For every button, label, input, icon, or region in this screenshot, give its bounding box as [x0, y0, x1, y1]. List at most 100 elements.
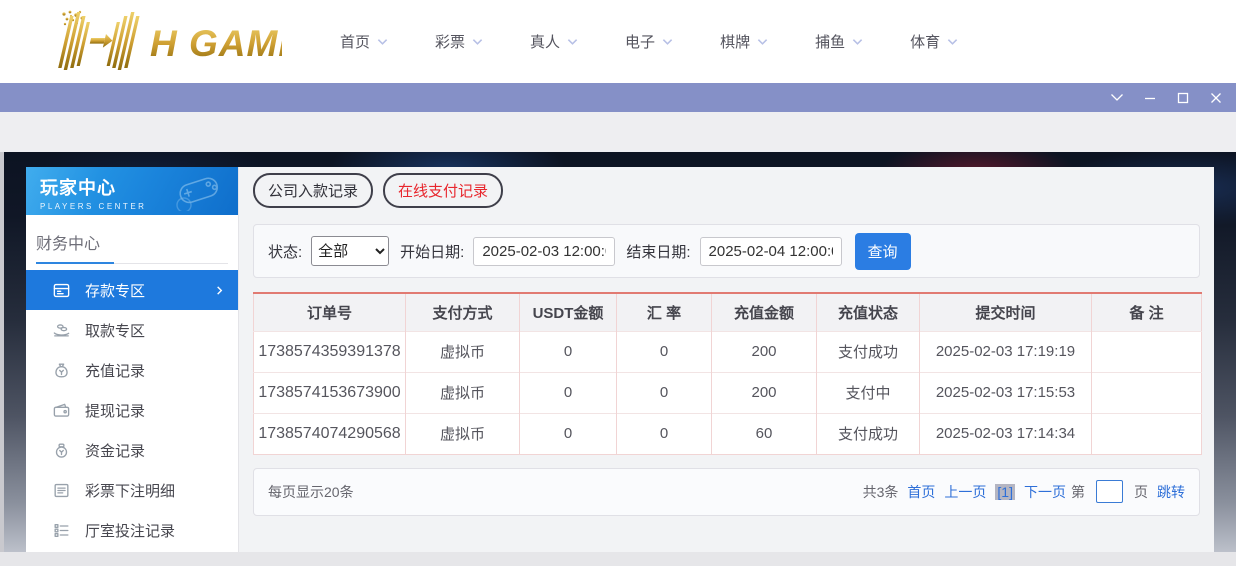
end-date-label: 结束日期:: [626, 241, 690, 262]
table-row: 1738574359391378虚拟币00200支付成功2025-02-03 1…: [254, 331, 1202, 372]
window-maximize-button[interactable]: [1172, 87, 1193, 108]
jump-suffix-label: 页: [1134, 482, 1148, 502]
nav-item-label: 体育: [910, 31, 940, 52]
page-jump-input[interactable]: [1096, 480, 1123, 503]
table-cell: 200: [712, 372, 817, 413]
end-date-input[interactable]: [700, 237, 842, 266]
logo-text: H GAME: [150, 23, 282, 64]
sidebar-item-lottery-detail[interactable]: 彩票下注明细: [26, 470, 238, 510]
nav-item-fishing[interactable]: 捕鱼: [815, 31, 863, 52]
nav-item-label: 电子: [625, 31, 655, 52]
column-header: 充值金额: [712, 293, 817, 331]
nav-item-lottery[interactable]: 彩票: [435, 31, 483, 52]
record-tabs: 公司入款记录 在线支付记录: [253, 173, 1200, 208]
table-cell: [1092, 331, 1202, 372]
window-title-bar: [0, 83, 1236, 112]
window-dropdown-button[interactable]: [1106, 87, 1127, 108]
maximize-icon: [1176, 91, 1190, 105]
site-header: H GAME 首页 彩票 真人 电子 棋牌 捕鱼 体育: [0, 0, 1236, 83]
nav-chevron-down-icon: [377, 38, 388, 46]
prev-page-link[interactable]: 上一页: [944, 482, 986, 502]
withdrawal-record-icon: [52, 401, 71, 420]
nav-item-label: 棋牌: [720, 31, 750, 52]
column-header: USDT金额: [520, 293, 617, 331]
sidebar-item-recharge-record[interactable]: 充值记录: [26, 350, 238, 390]
nav-chevron-down-icon: [852, 38, 863, 46]
section-divider: [36, 263, 228, 264]
table-row: 1738574153673900虚拟币00200支付中2025-02-03 17…: [254, 372, 1202, 413]
nav-chevron-down-icon: [662, 38, 673, 46]
sidebar-item-hall-bet-record[interactable]: 厅室投注记录: [26, 510, 238, 550]
nav-item-label: 首页: [340, 31, 370, 52]
jump-action-link[interactable]: 跳转: [1157, 482, 1185, 502]
table-cell: 支付中: [817, 372, 920, 413]
pager: 共3条 首页 上一页 [1] 下一页 第 页 跳转: [863, 480, 1185, 503]
deposit-icon: [52, 281, 71, 300]
payment-records-table: 订单号支付方式USDT金额汇 率充值金额充值状态提交时间备 注 17385743…: [253, 292, 1202, 455]
chevron-down-icon: [1110, 93, 1124, 102]
nav-item-label: 捕鱼: [815, 31, 845, 52]
table-cell: 0: [520, 413, 617, 454]
sidebar-item-label: 彩票下注明细: [85, 480, 175, 501]
logo-mark: [58, 12, 141, 70]
chevron-right-icon: [214, 285, 225, 296]
nav-item-live[interactable]: 真人: [530, 31, 578, 52]
status-select[interactable]: 全部: [311, 236, 389, 266]
sidebar-title: 玩家中心: [40, 174, 238, 200]
start-date-label: 开始日期:: [400, 241, 464, 262]
table-row: 1738574074290568虚拟币0060支付成功2025-02-03 17…: [254, 413, 1202, 454]
column-header: 订单号: [254, 293, 406, 331]
current-page-indicator: [1]: [995, 484, 1015, 500]
tab-company-deposit-records[interactable]: 公司入款记录: [253, 173, 373, 208]
sidebar-subtitle: PLAYERS CENTER: [40, 202, 238, 211]
table-cell: [1092, 413, 1202, 454]
pagination-bar: 每页显示20条 共3条 首页 上一页 [1] 下一页 第 页 跳转: [253, 468, 1200, 516]
spacer-band: [0, 112, 1236, 152]
table-cell: 0: [617, 413, 712, 454]
table-cell: 1738574074290568: [254, 413, 406, 454]
column-header: 充值状态: [817, 293, 920, 331]
search-button[interactable]: 查询: [855, 233, 911, 270]
table-cell: 支付成功: [817, 413, 920, 454]
window-close-button[interactable]: [1205, 87, 1226, 108]
players-center-header: 玩家中心 PLAYERS CENTER: [26, 167, 238, 215]
sidebar-item-withdraw-zone[interactable]: 取款专区: [26, 310, 238, 350]
column-header: 提交时间: [920, 293, 1092, 331]
nav-item-slots[interactable]: 电子: [625, 31, 673, 52]
sidebar-item-label: 厅室投注记录: [85, 520, 175, 541]
funds-record-icon: [52, 441, 71, 460]
sidebar-item-funds-record[interactable]: 资金记录: [26, 430, 238, 470]
nav-item-home[interactable]: 首页: [340, 31, 388, 52]
recharge-record-icon: [52, 361, 71, 380]
table-header-row: 订单号支付方式USDT金额汇 率充值金额充值状态提交时间备 注: [254, 293, 1202, 331]
nav-item-sports[interactable]: 体育: [910, 31, 958, 52]
lottery-detail-icon: [52, 481, 71, 500]
sidebar-item-label: 存款专区: [85, 280, 145, 301]
close-icon: [1209, 91, 1223, 105]
table-cell: 虚拟币: [406, 331, 520, 372]
column-header: 支付方式: [406, 293, 520, 331]
table-cell: 0: [617, 331, 712, 372]
tab-online-payment-records[interactable]: 在线支付记录: [383, 173, 503, 208]
filter-bar: 状态: 全部 开始日期: 结束日期: 查询: [253, 224, 1200, 278]
table-cell: 虚拟币: [406, 413, 520, 454]
sidebar-item-deposit-zone[interactable]: 存款专区: [26, 270, 238, 310]
brand-logo-graphic: H GAME: [20, 8, 282, 70]
sidebar-item-label: 资金记录: [85, 440, 145, 461]
nav-item-board[interactable]: 棋牌: [720, 31, 768, 52]
start-date-input[interactable]: [473, 237, 615, 266]
next-page-link[interactable]: 下一页: [1024, 482, 1066, 502]
sidebar-item-withdraw-record[interactable]: 提现记录: [26, 390, 238, 430]
first-page-link[interactable]: 首页: [907, 482, 935, 502]
brand-logo[interactable]: H GAME: [20, 8, 288, 75]
nav-item-label: 彩票: [435, 31, 465, 52]
sidebar-item-label: 充值记录: [85, 360, 145, 381]
nav-item-label: 真人: [530, 31, 560, 52]
app-window: H GAME 首页 彩票 真人 电子 棋牌 捕鱼 体育: [0, 0, 1236, 566]
hall-bet-icon: [52, 521, 71, 540]
column-header: 备 注: [1092, 293, 1202, 331]
table-cell: 1738574153673900: [254, 372, 406, 413]
window-minimize-button[interactable]: [1139, 87, 1160, 108]
table-cell: 0: [617, 372, 712, 413]
table-cell: 200: [712, 331, 817, 372]
